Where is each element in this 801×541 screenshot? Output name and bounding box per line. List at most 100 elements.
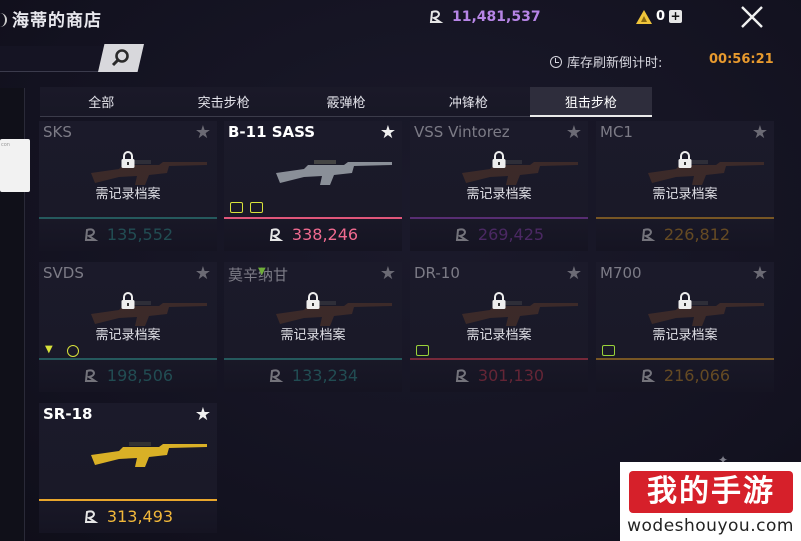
watermark: 我的手游 wodeshouyou.com bbox=[620, 462, 801, 541]
tab-1[interactable]: 突击步枪 bbox=[162, 87, 285, 117]
item-name: SR-18 bbox=[43, 405, 93, 423]
requirement-text: 需记录档案 bbox=[466, 328, 532, 343]
price-row: 269,425 bbox=[410, 225, 588, 244]
requirement-text: 需记录档案 bbox=[466, 187, 532, 202]
item-card[interactable]: M700 ★ 需记录档案 216,066 bbox=[596, 262, 774, 392]
lock-icon bbox=[492, 292, 506, 309]
coin-icon bbox=[268, 368, 284, 384]
item-price: 198,506 bbox=[106, 366, 174, 385]
item-card[interactable]: MC1 ★ 需记录档案 226,812 bbox=[596, 121, 774, 251]
rarity-divider bbox=[596, 358, 774, 360]
star-icon[interactable]: ★ bbox=[566, 122, 582, 143]
lock-icon bbox=[678, 292, 692, 309]
back-arc-icon[interactable] bbox=[0, 13, 7, 27]
shop-screen: 海蒂的商店 11,481,537 0 + 库存刷新倒计时: 00:56:21 c… bbox=[0, 0, 801, 541]
watermark-url: wodeshouyou.com bbox=[627, 516, 794, 536]
price-row: 198,506 bbox=[39, 366, 217, 385]
tab-4[interactable]: 狙击步枪 bbox=[529, 87, 653, 117]
attachment-badge-icon bbox=[230, 202, 243, 213]
shop-title: 海蒂的商店 bbox=[0, 6, 102, 31]
requirement-text: 需记录档案 bbox=[95, 328, 161, 343]
item-price: 216,066 bbox=[663, 366, 731, 385]
item-name: SVDS bbox=[43, 264, 84, 282]
star-icon[interactable]: ★ bbox=[566, 263, 582, 284]
tab-2[interactable]: 霰弹枪 bbox=[284, 87, 408, 117]
item-price: 301,130 bbox=[477, 366, 545, 385]
item-name: SKS bbox=[43, 123, 72, 141]
coin-icon bbox=[428, 9, 444, 25]
coin-icon bbox=[640, 368, 656, 384]
item-name: M700 bbox=[600, 264, 642, 282]
refresh-label: 库存刷新倒计时: bbox=[567, 56, 663, 71]
item-name: DR-10 bbox=[414, 264, 460, 282]
attachment-badge-icon bbox=[67, 345, 79, 357]
rarity-divider bbox=[224, 358, 402, 360]
left-popup-text: con bbox=[1, 142, 10, 148]
rarity-divider bbox=[39, 499, 217, 501]
clock-icon bbox=[550, 55, 562, 68]
coin-icon bbox=[83, 227, 99, 243]
refresh-time: 00:56:21 bbox=[709, 52, 774, 67]
currency-display: 11,481,537 bbox=[428, 9, 541, 25]
rank-chevron-icon: ▼ bbox=[45, 344, 53, 355]
rarity-divider bbox=[410, 358, 588, 360]
category-tabs: 全部 突击步枪 霰弹枪 冲锋枪 狙击步枪 bbox=[40, 87, 653, 117]
price-row: 338,246 bbox=[224, 225, 402, 244]
rarity-divider bbox=[39, 358, 217, 360]
item-card[interactable]: SVDS ★ 需记录档案 198,506 ▼ bbox=[39, 262, 217, 392]
rarity-divider bbox=[224, 217, 402, 219]
star-icon[interactable]: ★ bbox=[752, 122, 768, 143]
requirement-text: 需记录档案 bbox=[652, 187, 718, 202]
currency-value: 11,481,537 bbox=[452, 9, 541, 25]
search-input[interactable] bbox=[0, 46, 115, 72]
item-card[interactable]: SKS ★ 需记录档案 135,552 bbox=[39, 121, 217, 251]
coin-icon bbox=[454, 368, 470, 384]
lock-icon bbox=[492, 151, 506, 168]
tab-0[interactable]: 全部 bbox=[40, 87, 163, 117]
gold-triangle-icon bbox=[636, 9, 652, 24]
close-icon[interactable] bbox=[738, 3, 766, 31]
coin-icon bbox=[83, 368, 99, 384]
star-icon[interactable]: ★ bbox=[752, 263, 768, 284]
price-row: 226,812 bbox=[596, 225, 774, 244]
tab-3[interactable]: 冲锋枪 bbox=[407, 87, 530, 117]
attachment-badge-icon bbox=[250, 202, 263, 213]
item-card[interactable]: DR-10 ★ 需记录档案 301,130 bbox=[410, 262, 588, 392]
star-icon[interactable]: ★ bbox=[380, 263, 396, 284]
left-popup[interactable]: con bbox=[0, 139, 30, 192]
star-icon[interactable]: ★ bbox=[195, 404, 211, 425]
star-icon[interactable]: ★ bbox=[195, 122, 211, 143]
star-icon[interactable]: ★ bbox=[195, 263, 211, 284]
search-button[interactable] bbox=[98, 44, 144, 72]
item-name: MC1 bbox=[600, 123, 633, 141]
watermark-logo: 我的手游 bbox=[629, 471, 793, 513]
requirement-text: 需记录档案 bbox=[652, 328, 718, 343]
item-price: 313,493 bbox=[106, 507, 174, 526]
item-card[interactable]: SR-18 ★ 313,493 bbox=[39, 403, 217, 533]
coin-icon bbox=[454, 227, 470, 243]
item-name: VSS Vintorez bbox=[414, 123, 510, 141]
item-price: 338,246 bbox=[291, 225, 359, 244]
plus-icon[interactable]: + bbox=[669, 10, 683, 23]
rank-chevron-icon: ▼ bbox=[258, 266, 266, 277]
weapon-image bbox=[89, 433, 209, 473]
coin-icon bbox=[268, 227, 284, 243]
attachment-badge-icon bbox=[602, 345, 615, 356]
item-price: 226,812 bbox=[663, 225, 731, 244]
item-card[interactable]: VSS Vintorez ★ 需记录档案 269,425 bbox=[410, 121, 588, 251]
item-card[interactable]: 莫辛纳甘 ★ 需记录档案 133,234 ▼ bbox=[224, 262, 402, 392]
star-icon[interactable]: ★ bbox=[380, 122, 396, 143]
coin-icon bbox=[640, 227, 656, 243]
price-row: 216,066 bbox=[596, 366, 774, 385]
lock-icon bbox=[678, 151, 692, 168]
coin-icon bbox=[83, 509, 99, 525]
lock-icon bbox=[306, 292, 320, 309]
rarity-divider bbox=[596, 217, 774, 219]
refresh-countdown: 库存刷新倒计时: bbox=[550, 52, 662, 71]
item-price: 269,425 bbox=[477, 225, 545, 244]
price-row: 135,552 bbox=[39, 225, 217, 244]
gold-display: 0 + bbox=[636, 9, 683, 24]
price-row: 301,130 bbox=[410, 366, 588, 385]
item-card[interactable]: B-11 SASS ★ 338,246 bbox=[224, 121, 402, 251]
requirement-text: 需记录档案 bbox=[280, 328, 346, 343]
